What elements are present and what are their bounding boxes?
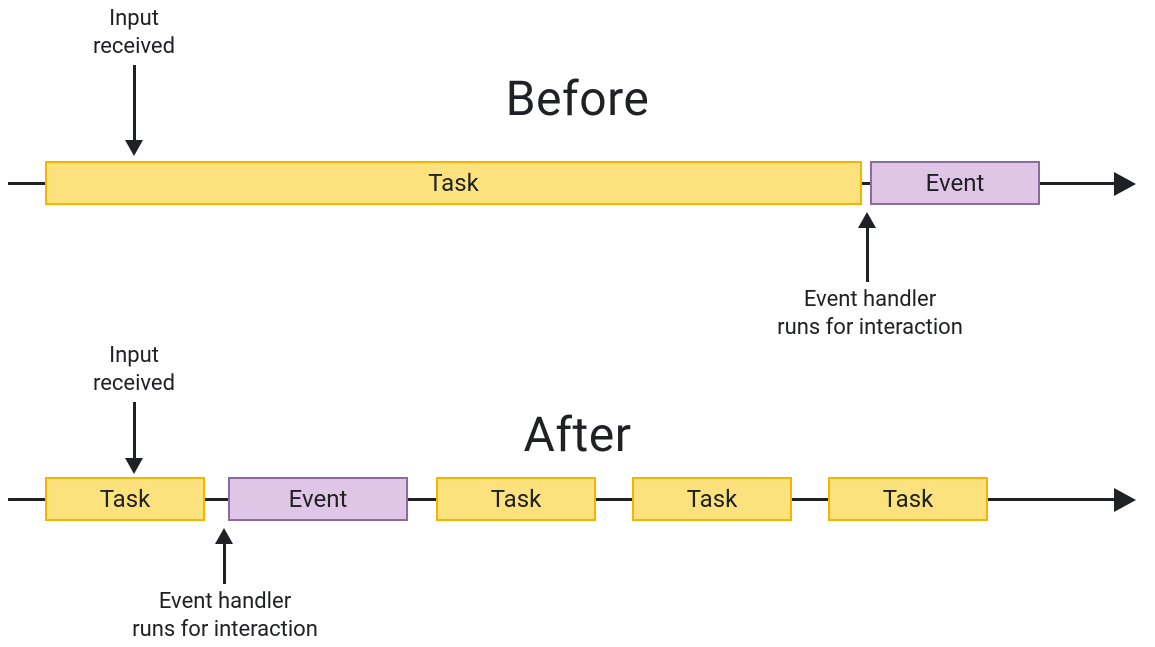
before-input-line2: received [93,34,175,59]
before-axis-arrowhead [1114,172,1136,196]
after-event-label: Event [289,485,348,513]
after-input-line1: Input [109,343,159,368]
before-input-line1: Input [109,6,159,31]
after-task-label-1: Task [100,485,151,513]
after-task-box-2: Task [436,477,596,521]
after-input-line2: received [93,371,175,396]
before-handler-line1: Event handler [804,287,936,312]
after-task-label-4: Task [883,485,934,513]
before-input-annotation: Input received [74,5,194,60]
after-event-box: Event [228,477,408,521]
after-task-label-3: Task [687,485,738,513]
before-handler-annotation: Event handler runs for interaction [765,286,975,341]
after-input-annotation: Input received [74,342,194,397]
after-task-label-2: Task [491,485,542,513]
after-axis-arrowhead [1114,488,1136,512]
before-task-label: Task [428,169,479,197]
after-handler-line2: runs for interaction [132,617,318,642]
after-title: After [0,406,1155,463]
before-task-box: Task [45,161,862,205]
after-task-box-3: Task [632,477,792,521]
after-handler-annotation: Event handler runs for interaction [120,588,330,643]
before-event-label: Event [926,169,985,197]
before-handler-line2: runs for interaction [777,315,963,340]
before-title: Before [0,70,1155,127]
after-task-box-1: Task [45,477,205,521]
after-handler-line1: Event handler [159,589,291,614]
before-event-box: Event [870,161,1040,205]
after-task-box-4: Task [828,477,988,521]
